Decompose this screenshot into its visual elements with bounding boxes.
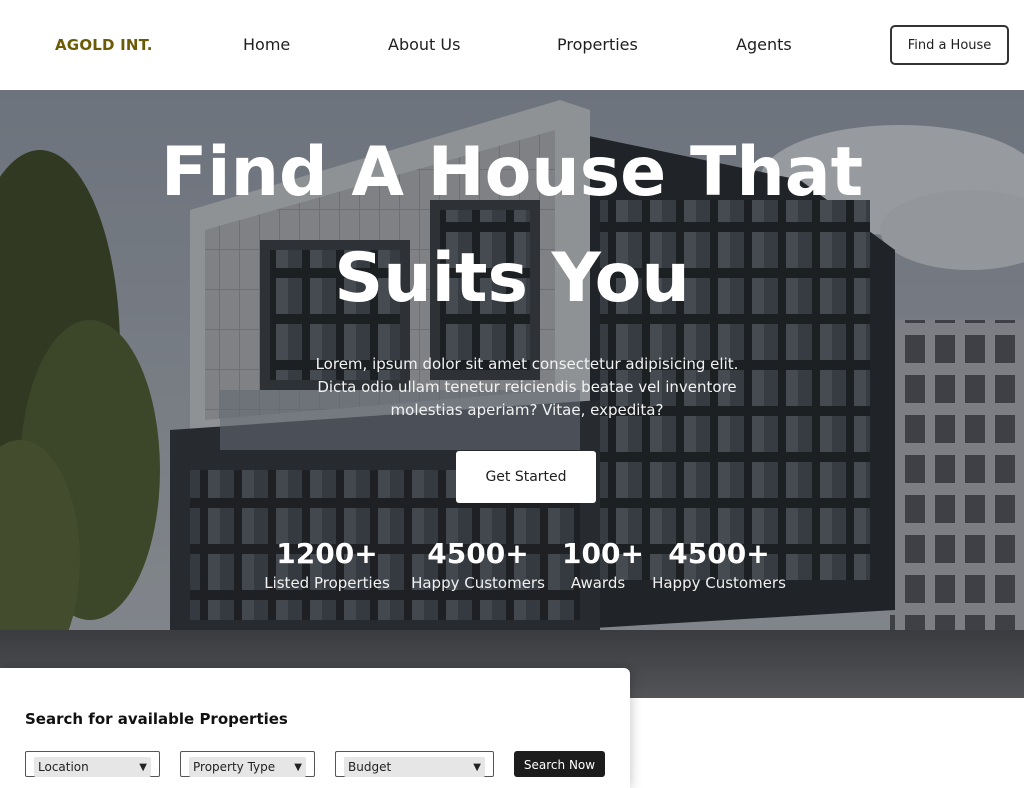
location-select[interactable]: Location ▼ — [25, 751, 160, 777]
stat-value: 4500+ — [668, 537, 770, 570]
stat-listed-properties: 1200+ Listed Properties — [262, 537, 392, 593]
stat-happy-customers-2: 4500+ Happy Customers — [648, 537, 790, 593]
search-title: Search for available Properties — [25, 710, 288, 728]
chevron-down-icon: ▼ — [294, 761, 302, 773]
location-select-value: Location — [38, 760, 89, 774]
budget-select-value: Budget — [348, 760, 392, 774]
budget-select[interactable]: Budget ▼ — [335, 751, 494, 777]
stat-value: 100+ — [562, 537, 644, 570]
stat-awards: 100+ Awards — [562, 537, 644, 593]
top-navbar: AGOLD INT. Home About Us Properties Agen… — [0, 0, 1024, 90]
hero-description: Lorem, ipsum dolor sit amet consectetur … — [315, 355, 739, 419]
location-select-inner: Location ▼ — [34, 757, 151, 777]
nav-link-agents[interactable]: Agents — [736, 35, 792, 54]
property-search-card: Search for available Properties Location… — [0, 668, 630, 788]
find-house-button[interactable]: Find a House — [890, 25, 1009, 65]
property-type-select-inner: Property Type ▼ — [189, 757, 306, 777]
budget-select-inner: Budget ▼ — [344, 757, 485, 777]
get-started-button[interactable]: Get Started — [456, 451, 596, 503]
search-now-button[interactable]: Search Now — [514, 751, 605, 777]
stat-value: 1200+ — [276, 537, 378, 570]
stat-label: Happy Customers — [652, 574, 786, 592]
property-type-select[interactable]: Property Type ▼ — [180, 751, 315, 777]
nav-link-home[interactable]: Home — [243, 35, 290, 54]
hero-section: Find A House That Suits You Lorem, ipsum… — [0, 90, 1024, 698]
nav-link-properties[interactable]: Properties — [557, 35, 638, 54]
stat-happy-customers: 4500+ Happy Customers — [407, 537, 549, 593]
brand-logo[interactable]: AGOLD INT. — [55, 36, 153, 54]
stat-label: Listed Properties — [264, 574, 390, 592]
stat-value: 4500+ — [427, 537, 529, 570]
hero-title: Find A House That Suits You — [160, 133, 864, 318]
property-type-select-value: Property Type — [193, 760, 276, 774]
stat-label: Happy Customers — [411, 574, 545, 592]
chevron-down-icon: ▼ — [473, 761, 481, 773]
chevron-down-icon: ▼ — [139, 761, 147, 773]
nav-link-about[interactable]: About Us — [388, 35, 460, 54]
stat-label: Awards — [570, 574, 626, 592]
